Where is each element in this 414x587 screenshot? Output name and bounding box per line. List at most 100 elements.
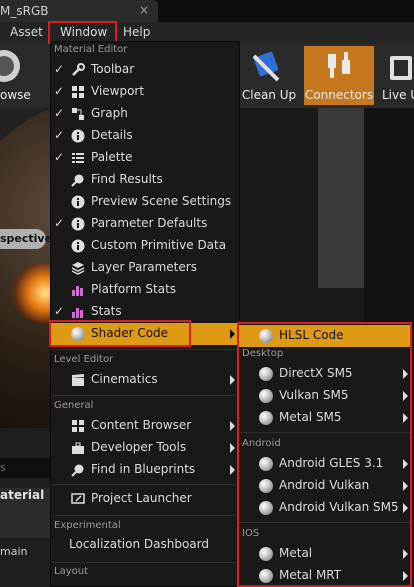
divider — [51, 484, 239, 485]
info-icon — [71, 217, 85, 231]
info-icon — [71, 129, 85, 143]
shader-code-highlight — [49, 320, 191, 347]
shader-ball-icon — [259, 501, 273, 515]
graph-icon — [72, 108, 84, 120]
menu-item-label: Custom Primitive Data — [91, 238, 227, 252]
divider — [51, 395, 239, 396]
content-browser-icon — [72, 420, 84, 432]
menu-item-project-launcher[interactable]: Project Launcher — [51, 488, 239, 510]
connectors-icon — [328, 52, 350, 78]
menu-item-custom-primitive-data[interactable]: Custom Primitive Data — [51, 235, 239, 257]
menu-item-label: Palette — [91, 150, 133, 164]
title-bar: M_sRGB × — [0, 0, 414, 22]
menu-item-viewport[interactable]: ✓ Viewport — [51, 81, 239, 103]
check-icon: ✓ — [54, 62, 65, 76]
menu-item-preview-scene-settings[interactable]: Preview Scene Settings — [51, 191, 239, 213]
submenu-item-label: Android Vulkan — [279, 478, 370, 492]
browse-icon — [0, 50, 20, 82]
menu-item-label: Toolbar — [91, 62, 135, 76]
menu-item-label: Content Browser — [91, 418, 192, 432]
close-tab-icon[interactable]: × — [139, 3, 149, 17]
menu-item-layer-parameters[interactable]: Layer Parameters — [51, 257, 239, 279]
submenu-item-label: Android Vulkan SM5 — [279, 500, 399, 514]
info-icon — [71, 195, 85, 209]
submenu-item-label: HLSL Code — [279, 328, 344, 342]
menu-item-toolbar[interactable]: ✓ Toolbar — [51, 59, 239, 81]
shader-ball-icon — [259, 367, 273, 381]
submenu-item-metal[interactable]: Metal — [239, 543, 410, 565]
menu-item-label: Viewport — [91, 84, 145, 98]
submenu-item-android-gles[interactable]: Android GLES 3.1 — [239, 453, 410, 475]
submenu-item-directx-sm5[interactable]: DirectX SM5 — [239, 363, 410, 385]
details-panel: s aterial main — [0, 428, 50, 587]
section-level-editor: Level Editor — [54, 354, 114, 365]
menu-item-label: Layer Parameters — [91, 260, 197, 274]
section-ios: IOS — [242, 528, 260, 539]
window-dropdown: Material Editor ✓ Toolbar ✓ Viewport ✓ G… — [50, 41, 240, 587]
menu-item-graph[interactable]: ✓ Graph — [51, 103, 239, 125]
menu-asset[interactable]: Asset — [10, 25, 43, 39]
menu-item-label: Stats — [91, 304, 122, 318]
submenu-item-metal-mrt[interactable]: Metal MRT — [239, 565, 410, 587]
menu-item-find-results[interactable]: Find Results — [51, 169, 239, 191]
menu-item-find-in-blueprints[interactable]: Find in Blueprints — [51, 459, 239, 481]
live-update-icon — [390, 56, 412, 80]
menu-item-details[interactable]: ✓ Details — [51, 125, 239, 147]
submenu-arrow-icon — [230, 329, 235, 339]
submenu-arrow-icon — [403, 413, 408, 423]
live-update-button[interactable]: Live U — [382, 46, 414, 105]
viewport-icon — [72, 86, 84, 98]
divider — [51, 562, 239, 563]
divider — [239, 432, 410, 433]
menu-item-label: Localization Dashboard — [69, 537, 209, 551]
shader-ball-icon — [259, 479, 273, 493]
menu-item-localization-dashboard[interactable]: Localization Dashboard — [51, 534, 239, 556]
info-icon — [71, 239, 85, 253]
material-section[interactable]: aterial — [0, 488, 50, 538]
shader-code-submenu: HLSL Code Desktop DirectX SM5 Vulkan SM5… — [237, 322, 412, 587]
check-icon: ✓ — [54, 128, 65, 142]
connectors-label: Connectors — [304, 88, 374, 102]
submenu-item-metal-sm5[interactable]: Metal SM5 — [239, 407, 410, 429]
perspective-button[interactable]: spective — [0, 229, 52, 249]
menu-item-label: Cinematics — [91, 372, 158, 386]
submenu-arrow-icon — [230, 421, 235, 431]
menu-item-label: Find Results — [91, 172, 163, 186]
perspective-label: spective — [0, 232, 53, 245]
submenu-item-hlsl-code[interactable]: HLSL Code — [239, 325, 410, 347]
graph-node-dark — [364, 108, 414, 328]
menu-item-palette[interactable]: ✓ Palette — [51, 147, 239, 169]
submenu-arrow-icon — [403, 503, 408, 513]
browse-label: owse — [0, 88, 31, 102]
submenu-item-label: Metal MRT — [279, 568, 342, 582]
submenu-arrow-icon — [403, 369, 408, 379]
asset-tab-title: M_sRGB — [0, 4, 49, 18]
divider — [239, 522, 410, 523]
search-placeholder: s — [0, 461, 6, 474]
menu-item-cinematics[interactable]: Cinematics — [51, 369, 239, 391]
divider — [51, 515, 239, 516]
submenu-arrow-icon — [403, 549, 408, 559]
submenu-item-vulkan-sm5[interactable]: Vulkan SM5 — [239, 385, 410, 407]
details-search-input[interactable]: s — [0, 458, 50, 478]
menu-item-platform-stats[interactable]: Platform Stats — [51, 279, 239, 301]
section-android: Android — [242, 438, 281, 449]
check-icon: ✓ — [54, 304, 65, 318]
browse-button[interactable]: owse — [0, 46, 31, 105]
menu-item-content-browser[interactable]: Content Browser — [51, 415, 239, 437]
connectors-button[interactable]: Connectors — [304, 46, 374, 105]
submenu-item-label: Vulkan SM5 — [279, 388, 349, 402]
layers-icon — [71, 262, 85, 275]
asset-tab[interactable]: M_sRGB × — [0, 0, 158, 22]
menu-item-label: Parameter Defaults — [91, 216, 208, 230]
submenu-item-android-vulkan[interactable]: Android Vulkan — [239, 475, 410, 497]
menu-item-label: Details — [91, 128, 133, 142]
clean-up-button[interactable]: Clean Up — [240, 46, 298, 105]
submenu-item-android-vulkan-sm5[interactable]: Android Vulkan SM5 — [239, 497, 410, 519]
shader-ball-icon — [259, 547, 273, 561]
menu-item-developer-tools[interactable]: Developer Tools — [51, 437, 239, 459]
material-domain-label: main — [0, 545, 28, 558]
menu-item-label: Preview Scene Settings — [91, 194, 232, 208]
menu-item-parameter-defaults[interactable]: ✓ Parameter Defaults — [51, 213, 239, 235]
menu-help[interactable]: Help — [123, 25, 150, 39]
